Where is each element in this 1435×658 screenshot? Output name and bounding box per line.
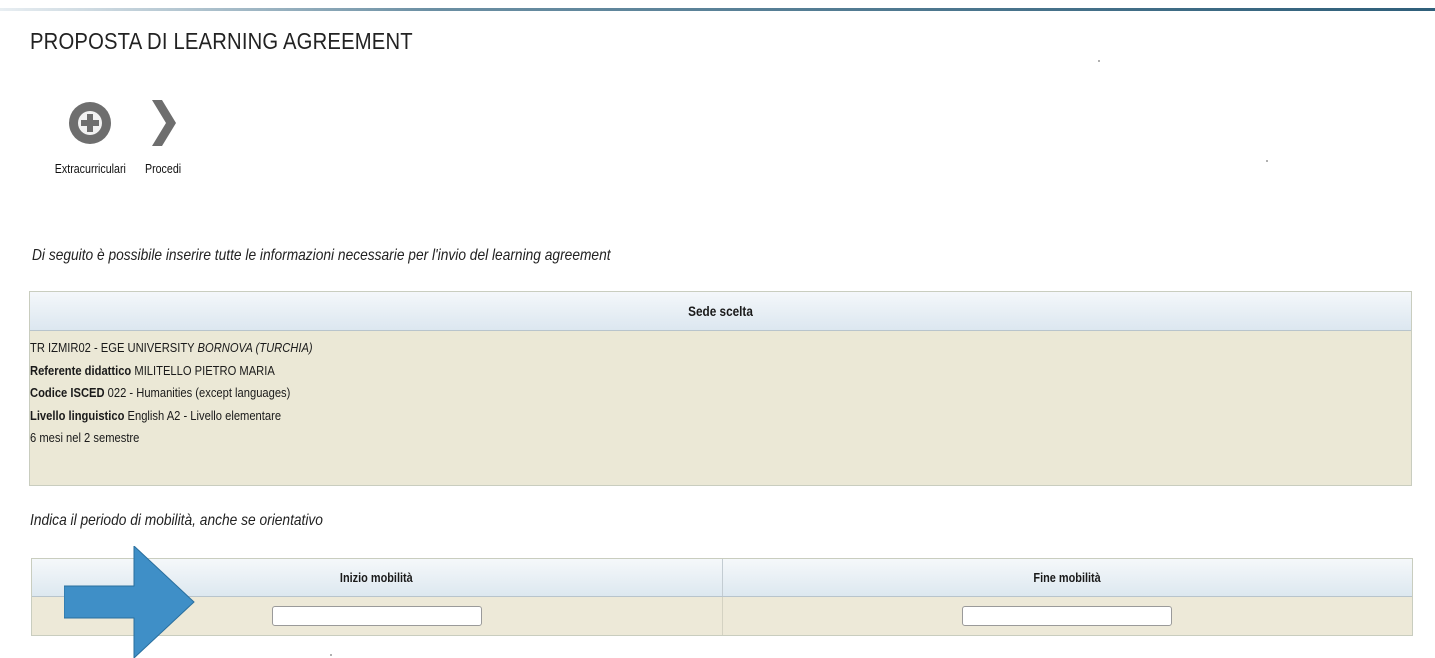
referente-value: MILITELLO PIETRO MARIA <box>134 362 275 378</box>
procedi-label: Procedi <box>144 161 182 176</box>
sede-university: TR IZMIR02 - EGE UNIVERSITY BORNOVA (TUR… <box>30 337 1218 360</box>
extracurricular-label: Extracurriculari <box>54 161 126 176</box>
extracurricular-button[interactable]: Extracurriculari <box>40 100 140 178</box>
sede-header: Sede scelta <box>30 292 1411 331</box>
isced-label: Codice ISCED <box>30 385 105 400</box>
mobility-header-row: Inizio mobilità Fine mobilità <box>32 559 1412 597</box>
scan-speck <box>1098 60 1100 62</box>
mobility-input-row <box>32 597 1412 635</box>
sede-isced: Codice ISCED 022 - Humanities (except la… <box>30 382 1218 405</box>
sede-livello: Livello linguistico English A2 - Livello… <box>30 405 1218 428</box>
instruction-text: Di seguito è possibile inserire tutte le… <box>32 247 611 264</box>
sede-header-label: Sede scelta <box>688 303 753 319</box>
end-input-cell <box>723 597 1413 635</box>
end-header-label: Fine mobilità <box>1033 570 1101 585</box>
sede-city-country: BORNOVA (TURCHIA) <box>197 340 313 355</box>
sede-durata: 6 mesi nel 2 semestre <box>30 430 140 445</box>
procedi-button[interactable]: Procedi <box>138 100 188 178</box>
end-header-cell: Fine mobilità <box>723 559 1413 596</box>
top-border-line <box>0 8 1435 11</box>
start-header-label: Inizio mobilità <box>340 570 414 585</box>
mobility-table: Inizio mobilità Fine mobilità <box>31 558 1413 636</box>
period-instruction-text: Indica il periodo di mobilità, anche se … <box>30 512 323 529</box>
sede-details: TR IZMIR02 - EGE UNIVERSITY BORNOVA (TUR… <box>30 331 1411 450</box>
sede-table: Sede scelta TR IZMIR02 - EGE UNIVERSITY … <box>29 291 1412 486</box>
scan-speck <box>330 654 332 656</box>
scan-speck <box>1266 160 1268 162</box>
livello-value: English A2 - Livello elementare <box>127 407 282 423</box>
start-mobility-input[interactable] <box>271 606 482 626</box>
page-title: PROPOSTA DI LEARNING AGREEMENT <box>30 28 413 54</box>
sede-code-name: TR IZMIR02 - EGE UNIVERSITY <box>30 340 195 355</box>
plus-circle-icon <box>69 102 111 144</box>
isced-value: 022 - Humanities (except languages) <box>107 385 291 400</box>
end-mobility-input[interactable] <box>962 606 1173 626</box>
chevron-right-icon <box>152 100 176 146</box>
sede-referente: Referente didattico MILITELLO PIETRO MAR… <box>30 360 1218 383</box>
referente-label: Referente didattico <box>30 362 132 378</box>
pointer-arrow-icon <box>64 546 195 658</box>
livello-label: Livello linguistico <box>30 407 125 423</box>
